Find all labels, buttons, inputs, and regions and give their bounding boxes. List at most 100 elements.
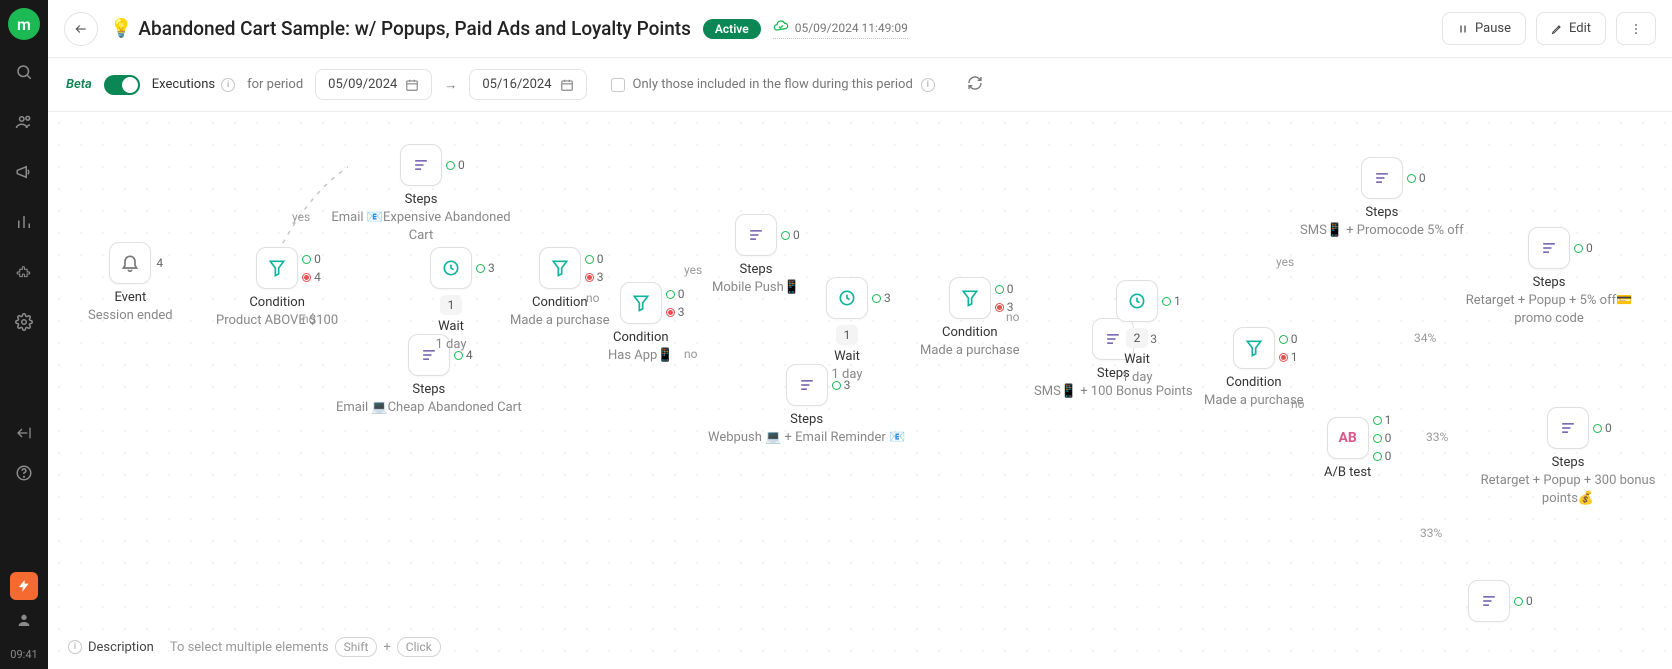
sidebar-clock: 09:41 xyxy=(10,648,37,661)
flow-connectors xyxy=(48,112,348,262)
node-sublabel: Email 📧Expensive Abandoned Cart xyxy=(326,209,516,244)
info-icon: i xyxy=(68,640,82,654)
node-steps-sms-promo[interactable]: 0 Steps SMS📱 + Promocode 5% off xyxy=(1300,157,1464,240)
edge-label-pct: 34% xyxy=(1414,331,1436,345)
beta-toggle[interactable] xyxy=(104,75,140,95)
node-condition-made-purchase-c[interactable]: 0 1 Condition Made a purchase xyxy=(1204,327,1304,410)
node-steps-mobile-push[interactable]: 0 Steps Mobile Push📱 xyxy=(712,214,800,297)
node-wait-1day-b[interactable]: 3 1 Wait 1 day xyxy=(826,277,868,384)
node-wait-1day-c[interactable]: 1 2 Wait 1 day xyxy=(1116,280,1158,387)
description-toggle[interactable]: i Description xyxy=(68,640,154,655)
beta-label: Beta xyxy=(66,77,92,92)
info-icon[interactable]: i xyxy=(221,78,235,92)
node-event[interactable]: 4 Event Session ended xyxy=(88,242,173,325)
node-ab-test[interactable]: AB 1 0 0 A/B test xyxy=(1324,417,1371,480)
node-steps-end[interactable]: 0 xyxy=(1468,580,1510,622)
node-label: Condition xyxy=(249,295,305,310)
funnel-icon xyxy=(1243,337,1265,359)
node-condition-product-above-100[interactable]: 0 4 Condition Product ABOVE $100 xyxy=(216,247,338,330)
checkbox-icon xyxy=(611,78,625,92)
info-icon[interactable]: i xyxy=(921,78,935,92)
more-menu-button[interactable] xyxy=(1616,12,1656,45)
users-icon[interactable] xyxy=(12,110,36,134)
node-label: Condition xyxy=(532,295,588,310)
node-label: Event xyxy=(114,290,146,305)
help-icon[interactable] xyxy=(12,461,36,485)
list-icon xyxy=(1371,167,1393,189)
node-sublabel: Webpush 💻 + Email Reminder 📧 xyxy=(708,429,905,447)
page-header: 💡 Abandoned Cart Sample: w/ Popups, Paid… xyxy=(48,0,1672,58)
status-badge: Active xyxy=(703,19,761,39)
node-condition-made-purchase-b[interactable]: 0 3 Condition Made a purchase xyxy=(920,277,1020,360)
pause-button[interactable]: Pause xyxy=(1442,12,1526,45)
key-shift: Shift xyxy=(335,637,378,657)
list-icon xyxy=(745,224,767,246)
node-label: Wait xyxy=(834,349,860,364)
node-sublabel: Mobile Push📱 xyxy=(712,279,800,297)
node-label: Wait xyxy=(438,319,464,334)
calendar-icon xyxy=(560,78,574,92)
node-sublabel: Made a purchase xyxy=(510,312,610,330)
node-label: Steps xyxy=(405,192,438,207)
funnel-icon xyxy=(549,257,571,279)
puzzle-icon[interactable] xyxy=(12,260,36,284)
analytics-icon[interactable] xyxy=(12,210,36,234)
node-steps-email-cheap[interactable]: 4 Steps Email 💻Cheap Abandoned Cart xyxy=(336,334,522,417)
edge-label-yes: yes xyxy=(684,263,702,277)
cloud-check-icon xyxy=(773,18,789,37)
only-included-label: Only those included in the flow during t… xyxy=(633,77,913,92)
edit-label: Edit xyxy=(1569,21,1591,36)
calendar-icon xyxy=(405,78,419,92)
settings-icon[interactable] xyxy=(12,310,36,334)
node-wait-1day-a[interactable]: 3 1 Wait 1 day xyxy=(430,247,472,354)
edge-label-no: no xyxy=(684,347,697,361)
node-sublabel: SMS📱 + 100 Bonus Points xyxy=(1034,383,1193,401)
node-sublabel: Email 💻Cheap Abandoned Cart xyxy=(336,399,522,417)
executions-label: Executions i xyxy=(152,77,235,92)
wait-badge: 1 xyxy=(440,295,463,315)
wait-badge: 2 xyxy=(1126,328,1149,348)
search-icon[interactable] xyxy=(12,60,36,84)
node-label: Wait xyxy=(1124,352,1150,367)
list-icon xyxy=(410,154,432,176)
edge-label-pct: 33% xyxy=(1420,526,1442,540)
edit-button[interactable]: Edit xyxy=(1536,12,1606,45)
node-condition-made-purchase-a[interactable]: 0 3 Condition Made a purchase xyxy=(510,247,610,330)
node-label: Steps xyxy=(1533,275,1566,290)
megaphone-icon[interactable] xyxy=(12,160,36,184)
node-label: Steps xyxy=(740,262,773,277)
wait-badge: 1 xyxy=(836,325,859,345)
user-icon[interactable] xyxy=(12,608,36,632)
multi-select-hint: To select multiple elements Shift + Clic… xyxy=(170,637,441,657)
clock-icon xyxy=(440,257,462,279)
date-from-input[interactable]: 05/09/2024 xyxy=(315,69,432,100)
node-sublabel: Retarget + Popup + 300 bonus points💰 xyxy=(1478,472,1658,507)
app-logo[interactable]: m xyxy=(8,8,40,40)
node-sublabel: 1 day xyxy=(1122,369,1153,387)
node-sublabel: 1 day xyxy=(832,366,863,384)
flow-canvas[interactable]: yes no no yes no no yes no 34% 33% 33% 4… xyxy=(48,112,1672,669)
only-included-checkbox[interactable]: Only those included in the flow during t… xyxy=(611,77,935,92)
collapse-icon[interactable] xyxy=(12,421,36,445)
node-steps-sms-bonus[interactable]: 3 Steps SMS📱 + 100 Bonus Points xyxy=(1034,318,1193,401)
node-steps-webpush-email[interactable]: 3 Steps Webpush 💻 + Email Reminder 📧 xyxy=(708,364,905,447)
node-steps-email-expensive[interactable]: 0 Steps Email 📧Expensive Abandoned Cart xyxy=(326,144,516,244)
node-steps-retarget-300bonus[interactable]: 0 Steps Retarget + Popup + 300 bonus poi… xyxy=(1478,407,1658,507)
date-to-input[interactable]: 05/16/2024 xyxy=(469,69,586,100)
node-steps-retarget-5pct[interactable]: 0 Steps Retarget + Popup + 5% off💳 promo… xyxy=(1454,227,1644,327)
edge-label-pct: 33% xyxy=(1426,430,1448,444)
refresh-button[interactable] xyxy=(967,75,983,95)
node-sublabel: Has App📱 xyxy=(608,347,674,365)
list-icon xyxy=(1478,590,1500,612)
saved-date-text: 05/09/2024 11:49:09 xyxy=(795,21,908,35)
funnel-icon xyxy=(630,292,652,314)
clock-icon xyxy=(836,287,858,309)
power-icon[interactable] xyxy=(10,572,38,600)
saved-timestamp[interactable]: 05/09/2024 11:49:09 xyxy=(773,18,908,39)
node-sublabel: Session ended xyxy=(88,307,173,325)
back-button[interactable] xyxy=(64,12,98,46)
list-icon xyxy=(1557,417,1579,439)
node-sublabel: Made a purchase xyxy=(920,342,1020,360)
node-condition-has-app[interactable]: 0 3 Condition Has App📱 xyxy=(608,282,674,365)
node-label: Condition xyxy=(1226,375,1282,390)
